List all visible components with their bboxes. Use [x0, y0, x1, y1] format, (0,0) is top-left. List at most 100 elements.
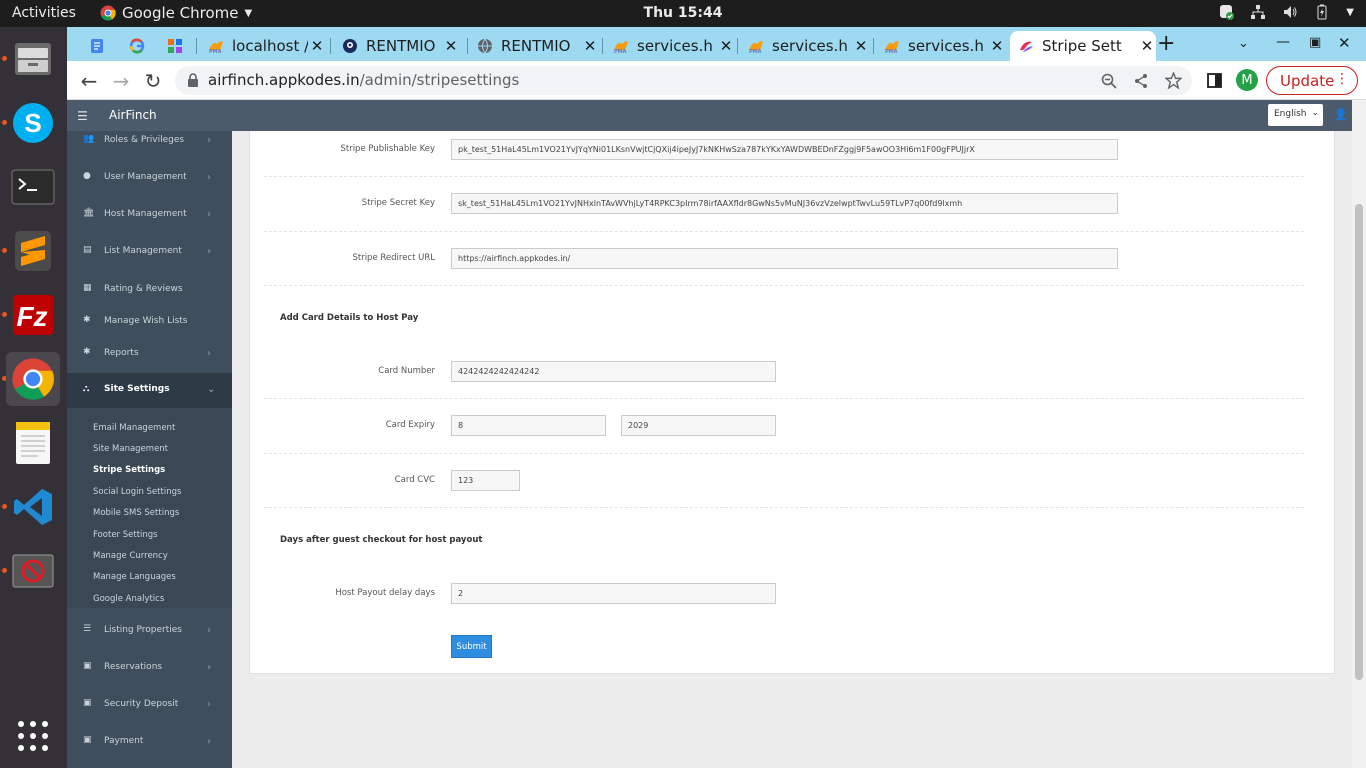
files-icon[interactable]: [6, 32, 60, 86]
lock-icon[interactable]: [187, 72, 199, 88]
submenu-google-analytics[interactable]: Google Analytics: [93, 594, 164, 604]
close-icon[interactable]: ✕: [852, 37, 870, 55]
terminal-icon[interactable]: [6, 160, 60, 214]
close-icon[interactable]: ✕: [988, 37, 1006, 55]
sidebar-item-security-deposit[interactable]: ▣ Security Deposit ›: [67, 695, 232, 715]
forward-button[interactable]: →: [109, 69, 133, 93]
system-menu-chevron-icon[interactable]: ▼: [1346, 7, 1354, 18]
close-icon[interactable]: ✕: [1138, 37, 1156, 55]
sidebar-item-listing-properties[interactable]: ☰ Listing Properties ›: [67, 621, 232, 641]
activities-button[interactable]: Activities: [12, 5, 76, 21]
show-apps-icon[interactable]: [6, 709, 60, 763]
close-icon[interactable]: ✕: [308, 37, 326, 55]
close-icon[interactable]: ✕: [717, 37, 735, 55]
card-number-input[interactable]: 4242424242424242: [451, 361, 776, 382]
more-menu-icon[interactable]: ⋮: [1335, 71, 1349, 87]
submenu-footer-settings[interactable]: Footer Settings: [93, 530, 158, 540]
secret-key-input[interactable]: sk_test_51HaL45Lm1VO21YvJNHxlnTAvWVhjLyT…: [451, 193, 1118, 214]
tab-services-2[interactable]: PMA services.h ✕: [740, 31, 870, 61]
tab-search-chevron-icon[interactable]: ⌄: [1238, 36, 1249, 51]
submenu-mobile-sms-settings[interactable]: Mobile SMS Settings: [93, 508, 179, 518]
chrome-icon[interactable]: [6, 352, 60, 406]
sidebar-item-list-management[interactable]: ▤ List Management ›: [67, 242, 232, 262]
language-select[interactable]: English ⌄: [1268, 104, 1323, 126]
sidebar-item-host-management[interactable]: 🏛 Host Management ›: [67, 205, 232, 225]
tab-services-3[interactable]: PMA services.h ✕: [876, 31, 1006, 61]
card-expiry-month-input[interactable]: 8: [451, 415, 606, 436]
text-editor-icon[interactable]: [6, 416, 60, 470]
sidebar-item-payment[interactable]: ▣ Payment ›: [67, 732, 232, 752]
tab-rentmio-1[interactable]: RENTMIO ✕: [334, 31, 460, 61]
tab-localhost[interactable]: PMA localhost / ✕: [200, 31, 326, 61]
clock[interactable]: Thu 15:44: [644, 5, 723, 21]
close-icon[interactable]: ✕: [442, 37, 460, 55]
chevron-right-icon: ›: [207, 699, 211, 710]
network-icon[interactable]: [1250, 4, 1266, 20]
maximize-button[interactable]: ▣: [1309, 35, 1321, 50]
vscode-icon[interactable]: [6, 480, 60, 534]
battery-icon[interactable]: [1314, 4, 1330, 20]
zoom-icon[interactable]: [1101, 73, 1117, 89]
card-expiry-year-input[interactable]: 2029: [621, 415, 776, 436]
menu-icon: ☰: [83, 624, 92, 634]
review-icon: ▦: [83, 283, 92, 293]
sidebar-item-roles[interactable]: 👥 Roles & Privileges ›: [67, 131, 232, 151]
sidebar-item-site-settings[interactable]: ⛬ Site Settings ⌄: [67, 373, 232, 408]
rentmio-icon: [343, 39, 357, 53]
submenu-stripe-settings[interactable]: Stripe Settings: [93, 465, 165, 475]
submenu-manage-currency[interactable]: Manage Currency: [93, 551, 168, 561]
minimize-button[interactable]: —: [1276, 34, 1290, 50]
side-panel-icon[interactable]: [1207, 73, 1222, 88]
submenu-manage-languages[interactable]: Manage Languages: [93, 572, 176, 582]
system-tray[interactable]: ▼: [1218, 4, 1354, 20]
sidebar-item-reservations[interactable]: ▣ Reservations ›: [67, 658, 232, 678]
scrollbar-thumb[interactable]: [1355, 204, 1363, 680]
back-button[interactable]: ←: [77, 69, 101, 93]
sublime-text-icon[interactable]: [6, 224, 60, 278]
redirect-url-input[interactable]: https://airfinch.appkodes.in/: [451, 248, 1118, 269]
new-tab-button[interactable]: +: [1157, 31, 1175, 56]
submenu-site-management[interactable]: Site Management: [93, 444, 168, 454]
card-number-label: Card Number: [378, 366, 435, 376]
url-text[interactable]: airfinch.appkodes.in/admin/stripesetting…: [208, 71, 519, 89]
hamburger-menu-icon[interactable]: ☰: [77, 109, 88, 123]
tab-stripe-settings[interactable]: Stripe Sett ✕: [1010, 31, 1156, 61]
chevron-right-icon: ›: [207, 348, 211, 359]
payout-delay-input[interactable]: 2: [451, 583, 776, 604]
blocked-app-icon[interactable]: [6, 544, 60, 598]
share-icon[interactable]: [1133, 73, 1149, 89]
sidebar-item-label: Roles & Privileges: [104, 135, 185, 145]
user-account-icon[interactable]: 👤: [1334, 108, 1348, 121]
card-cvc-input[interactable]: 123: [451, 470, 520, 491]
tab-docs[interactable]: [81, 31, 117, 61]
tab-services-1[interactable]: PMA services.h ✕: [605, 31, 735, 61]
address-bar[interactable]: airfinch.appkodes.in/admin/stripesetting…: [175, 66, 1192, 95]
sidebar-item-reports[interactable]: ✱ Reports ›: [67, 344, 232, 364]
bookmark-star-icon[interactable]: [1165, 72, 1182, 89]
sidebar-item-user-management[interactable]: ● User Management ›: [67, 168, 232, 188]
sidebar-item-rating-reviews[interactable]: ▦ Rating & Reviews: [67, 280, 232, 300]
tab-rentmio-2[interactable]: RENTMIO ✕: [469, 31, 599, 61]
sidebar-item-label: List Management: [104, 246, 182, 256]
submenu-social-login-settings[interactable]: Social Login Settings: [93, 487, 181, 497]
close-icon[interactable]: ✕: [581, 37, 599, 55]
close-window-button[interactable]: ✕: [1338, 34, 1351, 52]
skype-icon[interactable]: S: [6, 96, 60, 150]
app-menu[interactable]: Google Chrome ▼: [100, 4, 252, 22]
sidebar-item-label: Site Settings: [104, 384, 170, 394]
tab-google[interactable]: [121, 31, 153, 61]
sidebar-item-label: Reports: [104, 348, 139, 358]
update-button[interactable]: Update ⋮: [1266, 66, 1358, 95]
submit-button[interactable]: Submit: [451, 635, 492, 658]
tab-extension[interactable]: [159, 31, 195, 61]
sidebar-item-wish-lists[interactable]: ✱ Manage Wish Lists: [67, 312, 232, 332]
reload-button[interactable]: ↻: [141, 69, 165, 93]
page-scrollbar[interactable]: [1352, 100, 1366, 768]
publishable-key-input[interactable]: pk_test_51HaL45Lm1VO21YvJYqYNi01LKsnVwjt…: [451, 139, 1118, 160]
update-notifier-icon[interactable]: [1218, 4, 1235, 20]
filezilla-icon[interactable]: Fz: [6, 288, 60, 342]
volume-icon[interactable]: [1282, 4, 1298, 20]
admin-brand[interactable]: AirFinch: [109, 108, 157, 122]
profile-avatar[interactable]: M: [1236, 69, 1258, 91]
submenu-email-management[interactable]: Email Management: [93, 423, 175, 433]
